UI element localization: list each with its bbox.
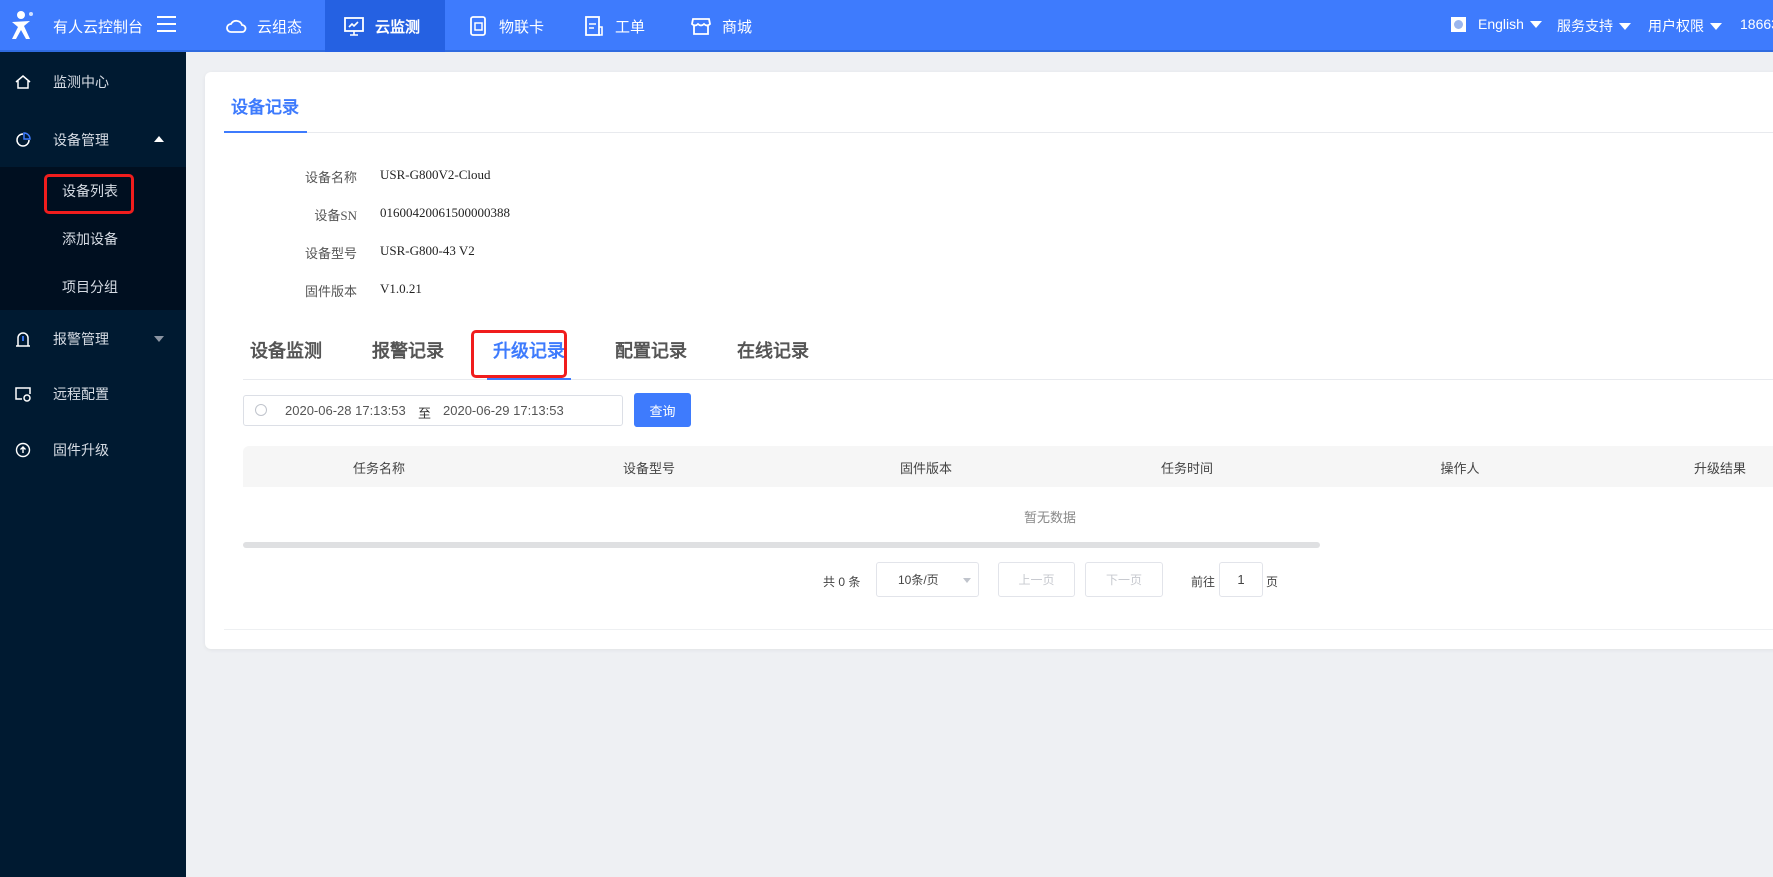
info-label: 设备SN — [314, 208, 357, 223]
tabs-divider — [243, 379, 1773, 380]
column-header: 升级结果 — [1693, 461, 1746, 476]
active-tab-underline — [487, 378, 571, 380]
page-title: 设备记录 — [231, 98, 299, 117]
nav-label: 商城 — [722, 18, 753, 36]
sidebar-item-monitor-center[interactable]: 监测中心 — [0, 57, 186, 107]
nav-label: 工单 — [615, 18, 646, 36]
tab-online-records[interactable]: 在线记录 — [737, 337, 809, 363]
user-account[interactable]: 18663 — [1740, 16, 1773, 32]
column-header: 任务时间 — [1160, 461, 1213, 476]
sidebar-label: 监测中心 — [53, 74, 109, 90]
column-header: 操作人 — [1440, 461, 1480, 476]
nav-label: 物联卡 — [499, 18, 545, 36]
caret-down-icon — [963, 578, 971, 583]
info-label: 设备型号 — [304, 246, 357, 261]
tab-alarm-records[interactable]: 报警记录 — [372, 337, 444, 363]
caret-down-icon — [154, 336, 164, 342]
tab-device-monitor[interactable]: 设备监测 — [250, 337, 322, 363]
sidebar-item-remote-config[interactable]: 远程配置 — [0, 369, 186, 419]
device-model-value: USR-G800-43 V2 — [380, 243, 475, 258]
brand-name: 有人云控制台 — [53, 19, 144, 36]
nav-iot-card[interactable]: 物联卡 — [449, 0, 562, 52]
cloud-icon — [226, 19, 247, 33]
language-label: English — [1478, 16, 1524, 32]
column-header: 设备型号 — [622, 461, 675, 476]
sidebar-item-add-device[interactable]: 添加设备 — [0, 215, 186, 262]
sidebar-label: 设备管理 — [53, 132, 109, 148]
title-divider — [224, 132, 1773, 133]
caret-up-icon — [154, 136, 164, 142]
column-header: 任务名称 — [352, 461, 405, 476]
page-suffix: 页 — [1266, 575, 1279, 589]
total-count: 共 0 条 — [823, 575, 861, 589]
top-bar: 有人云控制台 云组态 云监测 物联卡 工单 商城 English 服务支持 用户… — [0, 0, 1773, 52]
info-label: 固件版本 — [304, 284, 357, 299]
store-icon — [691, 18, 711, 35]
sim-card-icon — [470, 16, 486, 36]
device-name-value: USR-G800V2-Cloud — [380, 167, 491, 182]
monitor-icon — [344, 17, 364, 36]
sidebar-item-device-management[interactable]: 设备管理 — [0, 115, 186, 165]
sidebar-label: 远程配置 — [53, 386, 109, 402]
sidebar-label: 固件升级 — [53, 442, 109, 458]
support-label: 服务支持 — [1557, 18, 1613, 34]
sidebar-label: 报警管理 — [53, 331, 109, 347]
clock-icon — [255, 404, 267, 416]
highlight-box-upgrade-tab — [471, 330, 567, 378]
highlight-box-device-list — [44, 174, 134, 214]
upload-icon — [15, 442, 31, 458]
page-size-value: 10条/页 — [898, 573, 939, 587]
support-dropdown[interactable]: 服务支持 — [1557, 16, 1631, 36]
sidebar-label: 添加设备 — [62, 230, 118, 247]
column-header: 固件版本 — [899, 461, 952, 476]
sidebar-item-firmware-upgrade[interactable]: 固件升级 — [0, 425, 186, 475]
prev-page-button[interactable]: 上一页 — [998, 562, 1075, 597]
language-dropdown[interactable]: English — [1451, 16, 1542, 32]
ticket-icon — [585, 16, 603, 36]
alarm-icon — [16, 332, 30, 347]
sidebar-label: 项目分组 — [62, 278, 118, 295]
next-page-button[interactable]: 下一页 — [1085, 562, 1163, 597]
caret-down-icon — [1529, 20, 1542, 28]
goto-label: 前往 — [1191, 575, 1216, 589]
info-label: 设备名称 — [304, 170, 357, 185]
nav-label: 云组态 — [257, 18, 303, 36]
caret-down-icon — [1619, 22, 1631, 30]
permissions-label: 用户权限 — [1648, 18, 1704, 34]
horizontal-scrollbar[interactable] — [243, 542, 1320, 548]
page-number-input[interactable]: 1 — [1219, 562, 1263, 597]
tab-config-records[interactable]: 配置记录 — [615, 337, 687, 363]
date-separator: 至 — [418, 406, 432, 421]
caret-down-icon — [1710, 22, 1722, 30]
firmware-version-value: V1.0.21 — [380, 281, 422, 296]
date-range-picker[interactable]: 2020-06-28 17:13:53 至 2020-06-29 17:13:5… — [243, 395, 623, 426]
card-footer-divider — [224, 629, 1773, 630]
start-date[interactable]: 2020-06-28 17:13:53 — [285, 403, 406, 418]
remote-config-icon — [15, 387, 31, 402]
query-button[interactable]: 查询 — [634, 393, 691, 427]
menu-toggle-icon[interactable] — [157, 16, 176, 32]
empty-state-text: 暂无数据 — [1024, 510, 1077, 525]
device-sn-value: 01600420061500000388 — [380, 205, 510, 220]
title-underline — [224, 131, 307, 133]
logo-icon — [12, 11, 33, 39]
sidebar-item-alarm-management[interactable]: 报警管理 — [0, 314, 186, 364]
nav-store[interactable]: 商城 — [672, 0, 770, 52]
nav-label: 云监测 — [375, 18, 421, 36]
nav-cloud-config[interactable]: 云组态 — [207, 0, 320, 52]
home-icon — [15, 75, 31, 89]
nav-cloud-monitor[interactable]: 云监测 — [325, 0, 445, 52]
pie-chart-icon — [16, 132, 31, 147]
end-date[interactable]: 2020-06-29 17:13:53 — [443, 403, 564, 418]
globe-icon — [1451, 16, 1466, 32]
page-size-select[interactable]: 10条/页 — [876, 562, 979, 597]
nav-ticket[interactable]: 工单 — [565, 0, 663, 52]
permissions-dropdown[interactable]: 用户权限 — [1648, 16, 1722, 36]
sidebar-item-project-group[interactable]: 项目分组 — [0, 263, 186, 310]
